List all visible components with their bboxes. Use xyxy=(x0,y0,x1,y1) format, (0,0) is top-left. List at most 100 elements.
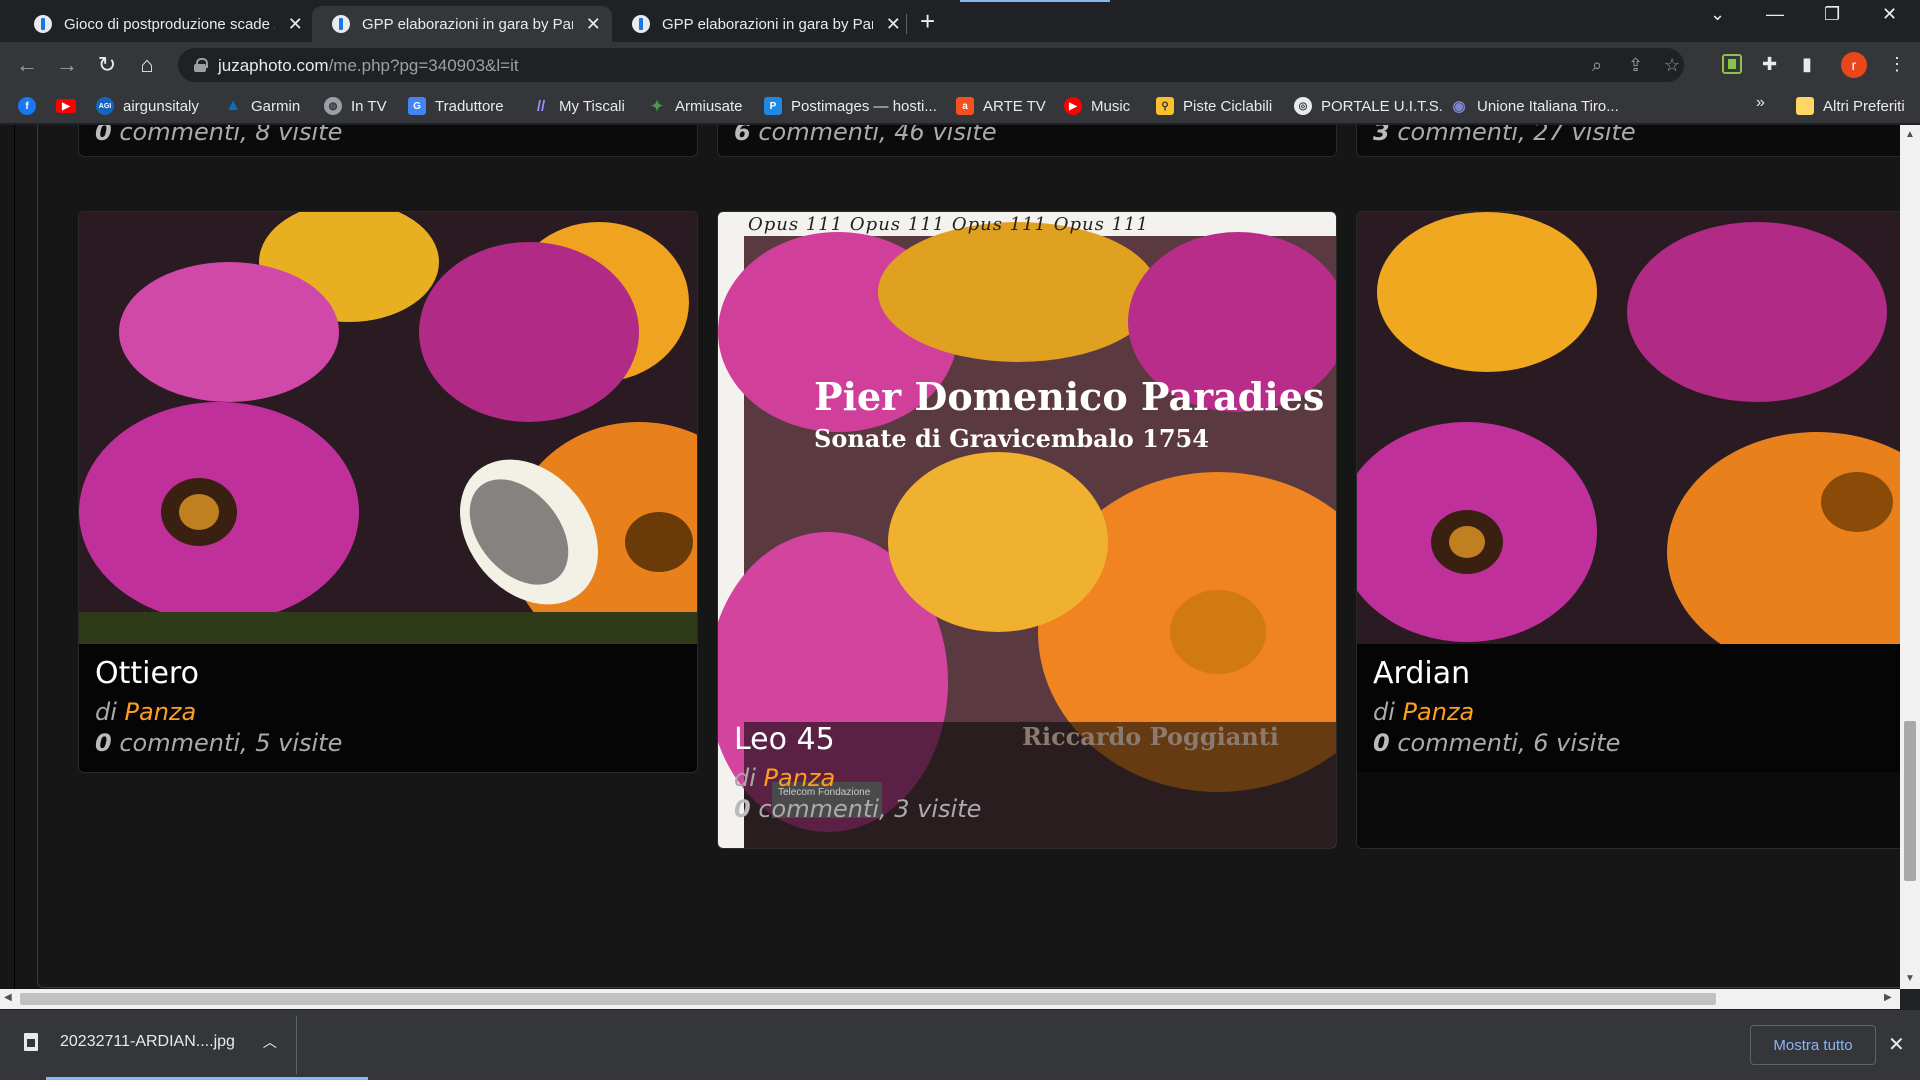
scroll-down-arrow-icon[interactable]: ▼ xyxy=(1905,973,1915,984)
address-bar[interactable]: juzaphoto.com/me.php?pg=340903&l=it ⌕ ⇪ … xyxy=(178,48,1684,82)
vertical-scrollbar[interactable]: ▲ ▼ xyxy=(1900,125,1920,989)
card-stats: 0 commenti, 8 visite xyxy=(95,125,343,146)
translate-icon: G xyxy=(408,97,426,115)
flower-butterfly-image xyxy=(79,212,697,644)
restore-icon[interactable]: ❐ xyxy=(1824,4,1840,25)
photo-card-ardian[interactable]: Ardian di Panza 0 commenti, 6 visite xyxy=(1356,211,1900,849)
card-stats: 0 commenti, 3 visite xyxy=(734,795,982,823)
menu-kebab-icon[interactable]: ⋮ xyxy=(1888,54,1906,75)
tab-gioco[interactable]: Gioco di postproduzione scade s ✕ xyxy=(14,6,314,42)
tab-strip: Gioco di postproduzione scade s ✕ GPP el… xyxy=(0,0,1920,42)
bookmark-my-tiscali[interactable]: //My Tiscali xyxy=(532,96,625,116)
tab-search-chevron-icon[interactable]: ⌄ xyxy=(1710,4,1725,25)
bookmarks-overflow-chevron-icon[interactable]: » xyxy=(1756,94,1765,112)
photo-thumbnail[interactable] xyxy=(79,212,697,644)
photo-title[interactable]: Leo 45 xyxy=(734,722,1320,758)
photo-title[interactable]: Ottiero xyxy=(95,656,681,692)
share-icon[interactable]: ⇪ xyxy=(1628,55,1643,76)
top-card-2[interactable]: 6 commenti, 46 visite xyxy=(717,125,1337,157)
bookmarks-bar: f ▶ AGI airgunsitaly ▲ Garmin ◍ In TV G Trad… xyxy=(0,88,1920,124)
folder-icon xyxy=(1796,97,1814,115)
facebook-icon: f xyxy=(18,97,36,115)
minimize-icon[interactable]: — xyxy=(1766,4,1784,25)
bookmark-airgunsitaly[interactable]: AGI airgunsitaly xyxy=(96,96,199,116)
bookmark-postimages[interactable]: P Postimages — hosti... xyxy=(764,96,937,116)
top-card-3[interactable]: 3 commenti, 27 visite xyxy=(1356,125,1900,157)
download-divider xyxy=(296,1016,297,1074)
profile-avatar[interactable]: r xyxy=(1841,52,1867,78)
author-link[interactable]: Panza xyxy=(1403,698,1475,726)
forward-arrow-icon[interactable]: → xyxy=(52,50,82,80)
globe-icon: ◍ xyxy=(324,97,342,115)
show-all-button[interactable]: Mostra tutto xyxy=(1750,1025,1876,1065)
photo-card-ottiero[interactable]: Ottiero di Panza 0 commenti, 5 visite xyxy=(78,211,698,773)
home-icon[interactable]: ⌂ xyxy=(132,50,162,80)
scroll-up-arrow-icon[interactable]: ▲ xyxy=(1905,129,1915,140)
url-text[interactable]: juzaphoto.com/me.php?pg=340903&l=it xyxy=(218,56,519,76)
horizontal-scrollbar[interactable]: ◀ ▶ xyxy=(0,989,1900,1009)
new-tab-plus-icon[interactable]: + xyxy=(920,6,935,37)
browser-toolbar: ← → ↻ ⌂ juzaphoto.com/me.php?pg=340903&l… xyxy=(0,42,1920,88)
close-tab-icon[interactable]: ✕ xyxy=(585,14,602,35)
bookmark-portale-uits[interactable]: ◎ PORTALE U.I.T.S. xyxy=(1294,96,1443,116)
photo-byline: di Panza xyxy=(1373,698,1475,726)
extensions-puzzle-icon[interactable]: ✚ xyxy=(1762,54,1777,75)
agi-icon: AGI xyxy=(96,97,114,115)
bookmark-facebook[interactable]: f xyxy=(18,96,45,116)
bookmark-music[interactable]: ▶ Music xyxy=(1064,96,1130,116)
juzaphoto-favicon-icon xyxy=(332,15,350,33)
author-link[interactable]: Panza xyxy=(764,764,836,792)
vertical-scroll-thumb[interactable] xyxy=(1904,721,1916,881)
photo-byline: di Panza xyxy=(95,698,197,726)
side-panel-icon[interactable]: ▮ xyxy=(1802,54,1812,75)
zoom-icon[interactable]: ⌕ xyxy=(1592,55,1602,76)
bookmark-traduttore[interactable]: G Traduttore xyxy=(408,96,504,116)
garmin-icon: ▲ xyxy=(225,97,241,114)
tab-title: GPP elaborazioni in gara by Panz xyxy=(662,15,873,33)
back-arrow-icon[interactable]: ← xyxy=(12,50,42,80)
photo-thumbnail[interactable] xyxy=(1357,212,1900,644)
photo-card-leo-45[interactable]: Opus 111 Opus 111 Opus 111 Opus 111 Pier… xyxy=(717,211,1337,849)
card-stats: 0 commenti, 6 visite xyxy=(1373,729,1621,757)
extension-green-icon[interactable] xyxy=(1722,54,1742,74)
photo-caption: Ottiero di Panza 0 commenti, 5 visite xyxy=(79,644,697,772)
page-content: 0 commenti, 8 visite 6 commenti, 46 visi… xyxy=(0,125,1900,989)
bookmark-unione-italiana-tiro[interactable]: ◉ Unione Italiana Tiro... xyxy=(1450,96,1618,116)
cover-work: Sonate di Gravicembalo 1754 xyxy=(814,424,1209,453)
scroll-left-arrow-icon[interactable]: ◀ xyxy=(4,992,12,1003)
download-item[interactable]: 20232711-ARDIAN....jpg ︿ xyxy=(24,1032,277,1052)
close-download-bar-icon[interactable]: ✕ xyxy=(1888,1032,1905,1057)
cover-composer: Pier Domenico Paradies xyxy=(814,374,1325,419)
tab-gpp[interactable]: GPP elaborazioni in gara by Panz ✕ xyxy=(612,6,912,42)
chevron-up-icon[interactable]: ︿ xyxy=(263,1032,277,1052)
close-tab-icon[interactable]: ✕ xyxy=(287,14,304,35)
photo-title[interactable]: Ardian xyxy=(1373,656,1899,692)
author-link[interactable]: Panza xyxy=(125,698,197,726)
bookmark-armiusate[interactable]: ✦ Armiusate xyxy=(648,96,743,116)
lock-icon[interactable] xyxy=(194,58,208,72)
uits-icon: ◎ xyxy=(1294,97,1312,115)
reload-icon[interactable]: ↻ xyxy=(92,50,122,80)
bookmark-youtube[interactable]: ▶ xyxy=(56,96,85,116)
close-window-icon[interactable]: ✕ xyxy=(1882,4,1897,25)
bookmark-piste-ciclabili[interactable]: ⚲ Piste Ciclabili xyxy=(1156,96,1272,116)
scroll-right-arrow-icon[interactable]: ▶ xyxy=(1884,992,1892,1003)
download-filename[interactable]: 20232711-ARDIAN....jpg xyxy=(60,1033,235,1051)
horizontal-scroll-thumb[interactable] xyxy=(20,993,1716,1005)
tab-gpp-active[interactable]: GPP elaborazioni in gara by Panz ✕ xyxy=(312,6,612,42)
tab-title: GPP elaborazioni in gara by Panz xyxy=(362,15,573,33)
juzaphoto-favicon-icon xyxy=(632,15,650,33)
bookmark-star-icon[interactable]: ☆ xyxy=(1664,55,1680,76)
flower-image xyxy=(1357,212,1900,644)
armiusate-icon: ✦ xyxy=(650,98,664,115)
bookmark-arte-tv[interactable]: a ARTE TV xyxy=(956,96,1046,116)
bookmark-in-tv[interactable]: ◍ In TV xyxy=(324,96,387,116)
download-bar: 20232711-ARDIAN....jpg ︿ Mostra tutto ✕ xyxy=(0,1009,1920,1080)
tab-title: Gioco di postproduzione scade s xyxy=(64,15,275,33)
uit-icon: ◉ xyxy=(1452,98,1466,115)
bookmark-garmin[interactable]: ▲ Garmin xyxy=(224,96,300,116)
close-tab-icon[interactable]: ✕ xyxy=(885,14,902,35)
other-bookmarks-folder[interactable]: Altri Preferiti xyxy=(1796,96,1905,116)
arte-icon: a xyxy=(956,97,974,115)
top-card-1[interactable]: 0 commenti, 8 visite xyxy=(78,125,698,157)
